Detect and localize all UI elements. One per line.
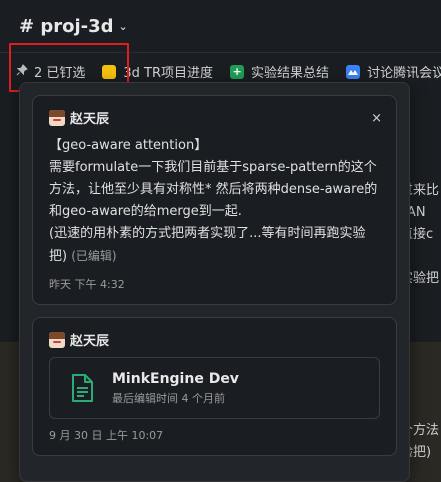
meeting-icon (346, 64, 361, 79)
pin-icon (16, 64, 28, 79)
canvas-attachment[interactable]: MinkEngine Dev 最后编辑时间 4 个月前 (49, 357, 380, 419)
bookmark-label: 实验结果总结 (251, 66, 330, 81)
canvas-subtitle: 最后编辑时间 4 个月前 (112, 391, 225, 405)
author-row: 赵天辰 (49, 330, 380, 349)
bookmark-results[interactable]: + 实验结果总结 (230, 62, 329, 81)
pinned-button[interactable]: 2 已钉选 (16, 62, 85, 81)
author-name[interactable]: 赵天辰 (70, 108, 109, 127)
pinned-message[interactable]: 赵天辰 MinkEngine Dev 最后编辑时间 4 个月前 9 月 30 日… (32, 317, 397, 456)
chevron-down-icon[interactable]: ⌄ (119, 20, 128, 33)
pinned-popover: 赵天辰 × 【geo-aware attention】 需要formulate一… (19, 82, 410, 482)
bookmark-label: 讨论腾讯会议 (367, 66, 441, 81)
channel-name[interactable]: # proj-3d (19, 16, 114, 37)
canvas-title: MinkEngine Dev (112, 370, 239, 387)
timestamp[interactable]: 9 月 30 日 上午 10:07 (49, 427, 380, 443)
bookmark-label: 3d TR项目进度 (123, 66, 214, 81)
avatar[interactable] (49, 109, 65, 126)
timestamp[interactable]: 昨天 下午 4:32 (49, 276, 380, 292)
folder-icon (102, 64, 117, 79)
edited-label: (已编辑) (71, 249, 117, 263)
pinned-message[interactable]: 赵天辰 × 【geo-aware attention】 需要formulate一… (32, 95, 397, 305)
document-icon (62, 368, 102, 408)
sheet-icon: + (230, 64, 245, 79)
channel-header: # proj-3d ⌄ (0, 0, 441, 52)
message-line: 需要formulate一下我们目前基于sparse-pattern的这个方法，让… (49, 160, 378, 219)
avatar[interactable] (49, 331, 65, 348)
message-line: 【geo-aware attention】 (49, 138, 208, 153)
pinned-label: 2 已钉选 (34, 66, 86, 81)
bookmark-meeting[interactable]: 讨论腾讯会议 (346, 62, 441, 81)
message-line: (迅速的用朴素的方式把两者实现了...等有时间再跑实验把) (已编辑) (49, 223, 380, 268)
message-body: 【geo-aware attention】 需要formulate一下我们目前基… (49, 135, 380, 268)
close-icon[interactable]: × (371, 111, 382, 126)
author-name[interactable]: 赵天辰 (70, 330, 109, 349)
author-row: 赵天辰 (49, 108, 380, 127)
bookmark-3d-tr[interactable]: 3d TR项目进度 (102, 62, 213, 81)
